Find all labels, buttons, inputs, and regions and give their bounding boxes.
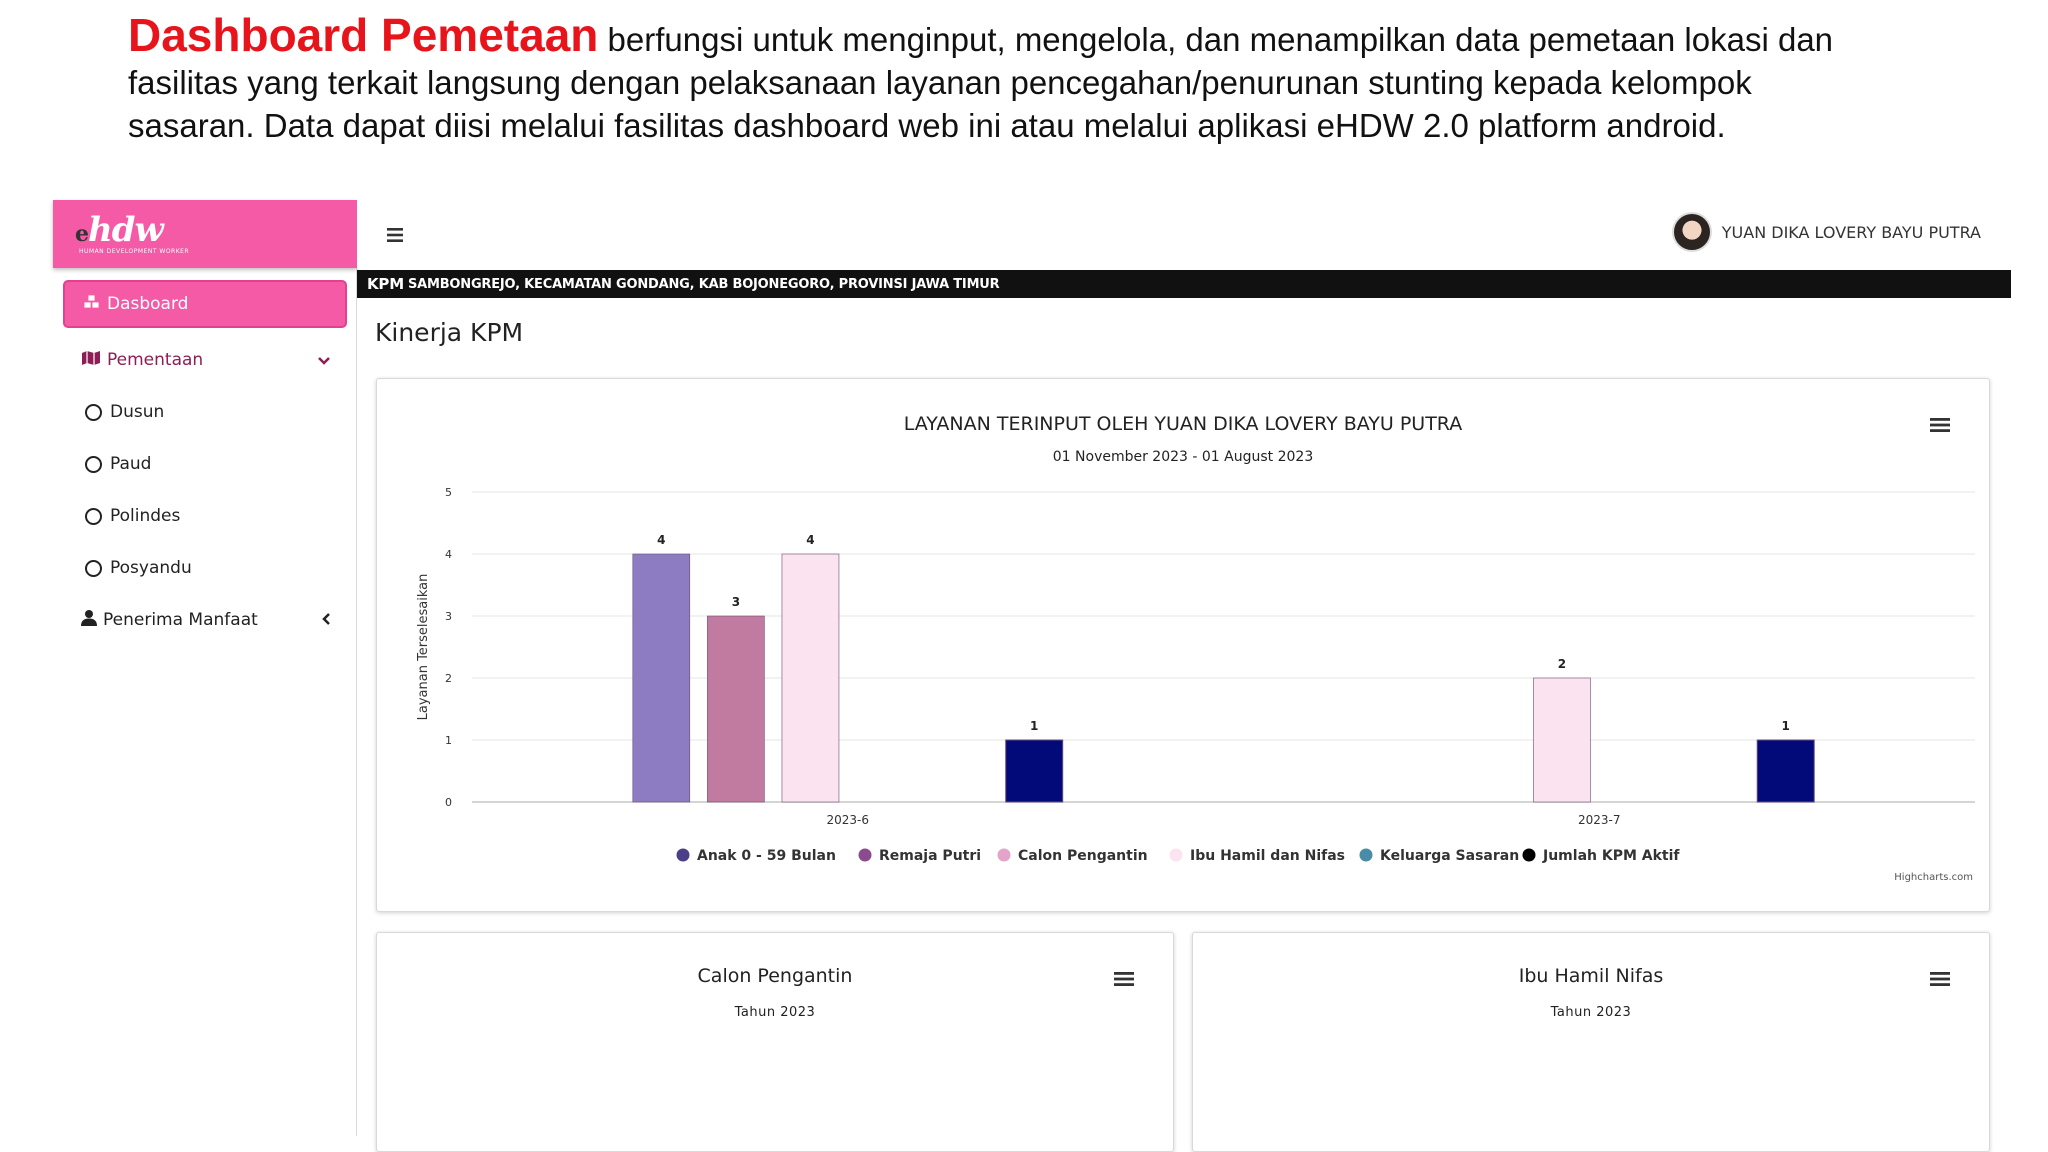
legend-marker	[1522, 848, 1536, 862]
legend-item: Anak 0 - 59 Bulan	[697, 848, 836, 864]
legend-marker	[858, 848, 872, 862]
bar	[1756, 739, 1815, 803]
y-tick-label: 0	[445, 796, 452, 809]
chart-svg: 0 1 2 3 4 5 Layanan Terselesaikan 2023-6 4 3 4 1 202…	[416, 486, 1975, 864]
user-icon	[81, 609, 97, 631]
chart-credits[interactable]: Highcharts.com	[1894, 872, 1973, 883]
chevron-left-icon	[321, 611, 331, 630]
legend-marker	[1359, 848, 1373, 862]
sidebar-item-label: Dasboard	[107, 294, 189, 314]
legend-marker	[676, 848, 690, 862]
location-text: SAMBONGREJO, KECAMATAN GONDANG, KAB BOJO…	[407, 276, 1000, 292]
logo-text: ehdw	[75, 210, 164, 250]
cubes-icon	[83, 294, 101, 315]
chart-card-layanan: LAYANAN TERINPUT OLEH YUAN DIKA LOVERY B…	[376, 378, 1990, 912]
sidebar: ehdw HUMAN DEVELOPMENT WORKER Dasboard P…	[53, 200, 357, 1136]
map-icon	[81, 350, 101, 371]
intro-line-1: berfungsi untuk menginput, mengelola, da…	[598, 21, 1834, 58]
brand-logo[interactable]: ehdw HUMAN DEVELOPMENT WORKER	[53, 200, 357, 268]
chart-title: Ibu Hamil Nifas	[1518, 965, 1664, 987]
legend-item: Keluarga Sasaran	[1380, 848, 1519, 864]
page-title: Kinerja KPM	[375, 318, 524, 347]
sidebar-item-label: Penerima Manfaat	[103, 610, 258, 630]
sidebar-item-polindes[interactable]: Polindes	[53, 496, 357, 536]
chart-title: Calon Pengantin	[697, 965, 853, 987]
x-tick-label: 2023-6	[826, 813, 869, 827]
sidebar-item-label: Paud	[110, 454, 152, 474]
chart-subtitle: Tahun 2023	[1550, 1005, 1632, 1020]
sidebar-item-paud[interactable]: Paud	[53, 444, 357, 484]
legend-item: Remaja Putri	[879, 848, 981, 864]
sidebar-item-label: Dusun	[110, 402, 165, 422]
chevron-down-icon	[317, 351, 331, 370]
data-label: 4	[806, 533, 814, 547]
circle-icon	[85, 559, 102, 577]
logo-tagline: HUMAN DEVELOPMENT WORKER	[79, 248, 190, 255]
intro-caption: Dashboard Pemetaan berfungsi untuk mengi…	[128, 12, 1968, 147]
page-root: Dashboard Pemetaan berfungsi untuk mengi…	[0, 0, 2048, 1152]
bar	[632, 553, 691, 803]
legend-item: Jumlah KPM Aktif	[1542, 848, 1680, 864]
circle-icon	[85, 455, 102, 473]
legend-marker	[1169, 848, 1183, 862]
circle-icon	[85, 403, 102, 421]
app-window: ehdw HUMAN DEVELOPMENT WORKER Dasboard P…	[53, 200, 2011, 1152]
y-tick-label: 1	[445, 734, 452, 747]
y-tick-label: 2	[445, 672, 452, 685]
sidebar-item-pementaan[interactable]: Pementaan	[53, 340, 357, 380]
legend-marker	[997, 848, 1011, 862]
chart-card-calon-pengantin: Calon Pengantin Tahun 2023	[376, 932, 1174, 1152]
data-label: 2	[1558, 657, 1566, 671]
location-prefix: KPM	[367, 275, 404, 293]
bar	[781, 553, 840, 803]
y-axis-label: Layanan Terselesaikan	[416, 574, 431, 721]
data-label: 1	[1030, 719, 1038, 733]
bar	[1005, 739, 1064, 803]
circle-icon	[85, 507, 102, 525]
sidebar-item-label: Posyandu	[110, 558, 192, 578]
chart-card-ibu-hamil-nifas: Ibu Hamil Nifas Tahun 2023	[1192, 932, 1990, 1152]
location-bar: KPM SAMBONGREJO, KECAMATAN GONDANG, KAB …	[357, 270, 2011, 298]
intro-highlight: Dashboard Pemetaan	[128, 9, 599, 61]
bar	[707, 615, 765, 803]
sidebar-item-label: Polindes	[110, 506, 181, 526]
intro-line-2: fasilitas yang terkait langsung dengan p…	[128, 64, 1752, 101]
legend-item: Calon Pengantin	[1018, 848, 1148, 864]
y-tick-label: 3	[445, 610, 452, 623]
legend-item: Ibu Hamil dan Nifas	[1190, 848, 1345, 864]
y-tick-label: 4	[445, 548, 452, 561]
data-label: 4	[657, 533, 665, 547]
sidebar-item-dashboard[interactable]: Dasboard	[63, 280, 347, 328]
user-menu[interactable]: YUAN DIKA LOVERY BAYU PUTRA	[1671, 212, 1981, 252]
sidebar-item-posyandu[interactable]: Posyandu	[53, 548, 357, 588]
chart-subtitle: Tahun 2023	[734, 1005, 816, 1020]
chart-menu-icon[interactable]	[1929, 969, 1951, 994]
bar	[1533, 677, 1591, 803]
x-tick-label: 2023-7	[1578, 813, 1621, 827]
avatar	[1671, 212, 1712, 252]
y-tick-label: 5	[445, 486, 452, 499]
data-label: 1	[1782, 719, 1790, 733]
chart-menu-icon[interactable]	[1113, 969, 1135, 994]
intro-line-3: sasaran. Data dapat diisi melalui fasili…	[128, 107, 1726, 144]
sidebar-item-dusun[interactable]: Dusun	[53, 392, 357, 432]
data-label: 3	[732, 595, 740, 609]
user-name: YUAN DIKA LOVERY BAYU PUTRA	[1721, 222, 1981, 242]
sidebar-item-label: Pementaan	[107, 350, 204, 370]
hamburger-icon[interactable]	[386, 222, 406, 250]
sidebar-item-penerima-manfaat[interactable]: Penerima Manfaat	[53, 600, 357, 640]
top-bar: YUAN DIKA LOVERY BAYU PUTRA	[357, 200, 2011, 268]
